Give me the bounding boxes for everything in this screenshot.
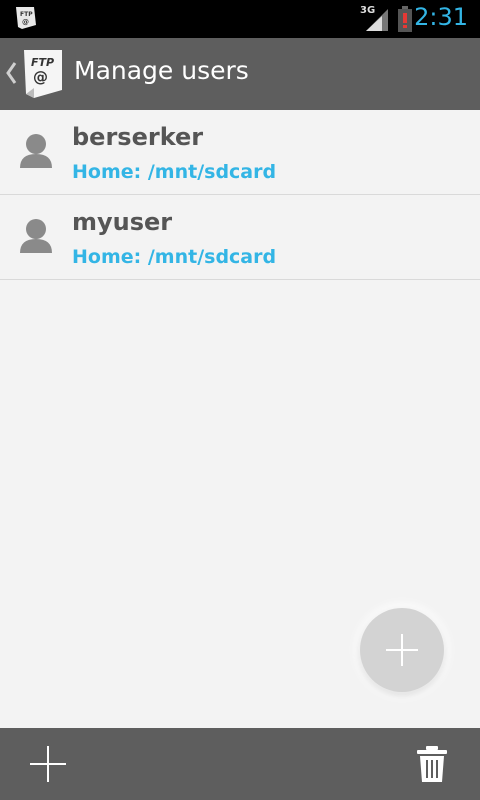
status-time: 2:31 <box>414 3 468 31</box>
user-list: berserker Home: /mnt/sdcard myuser Home:… <box>0 110 480 280</box>
svg-text:FTP: FTP <box>20 11 33 18</box>
person-icon <box>20 134 52 168</box>
user-list-item[interactable]: berserker Home: /mnt/sdcard <box>0 110 480 195</box>
battery-low-icon <box>398 6 412 32</box>
signal-strength-icon <box>366 9 388 31</box>
bottom-action-bar <box>0 728 480 800</box>
person-icon <box>20 219 52 253</box>
user-list-item[interactable]: myuser Home: /mnt/sdcard <box>0 195 480 280</box>
back-chevron-icon[interactable] <box>5 60 17 86</box>
svg-text:@: @ <box>22 18 29 26</box>
user-name: berserker <box>72 123 204 151</box>
plus-icon <box>386 634 418 666</box>
user-home-path: Home: /mnt/sdcard <box>72 246 277 268</box>
status-bar: FTP @ 3G 2:31 <box>0 0 480 38</box>
add-user-button[interactable] <box>26 742 70 786</box>
svg-text:@: @ <box>33 68 48 86</box>
ftp-notification-icon: FTP @ <box>16 7 36 29</box>
add-user-fab-button[interactable] <box>360 608 444 692</box>
app-logo-icon[interactable]: FTP @ <box>20 48 66 100</box>
action-bar: FTP @ Manage users <box>0 38 480 110</box>
user-name: myuser <box>72 208 173 236</box>
user-home-path: Home: /mnt/sdcard <box>72 161 277 183</box>
screen: FTP @ 3G 2:31 FTP @ Manage users berserk… <box>0 0 480 800</box>
trash-icon[interactable] <box>414 744 450 784</box>
page-title: Manage users <box>74 56 249 85</box>
